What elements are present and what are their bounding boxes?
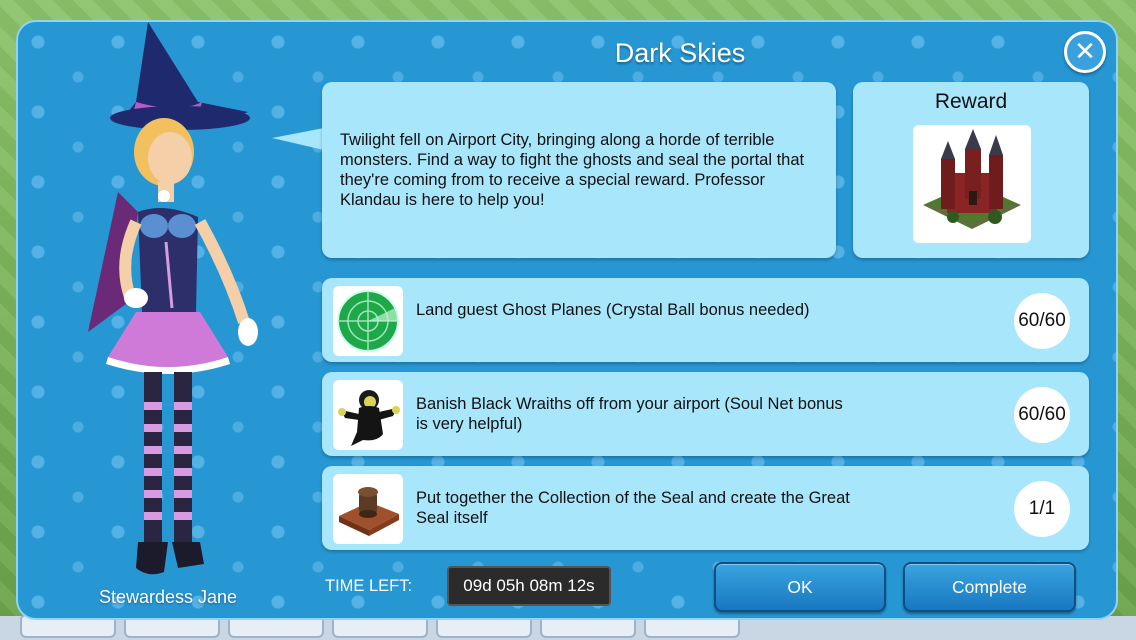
time-left-label: TIME LEFT: bbox=[325, 577, 413, 595]
haunted-castle-icon bbox=[923, 129, 1021, 229]
reward-title: Reward bbox=[934, 90, 1008, 113]
task-description: Put together the Collection of the Seal … bbox=[416, 489, 850, 527]
complete-button[interactable]: Complete bbox=[903, 562, 1076, 612]
speech-bubble-tail bbox=[272, 128, 324, 150]
stewardess-jane-witch-illustration bbox=[88, 22, 258, 575]
task-progress-badge: 60/60 bbox=[1014, 293, 1070, 349]
task-icon-frame bbox=[333, 286, 403, 356]
quest-task-1: Land guest Ghost Planes (Crystal Ball bo… bbox=[322, 278, 1089, 362]
quest-task-3: Put together the Collection of the Seal … bbox=[322, 466, 1089, 550]
radar-icon bbox=[337, 290, 399, 352]
character-name: Stewardess Jane bbox=[98, 587, 238, 607]
close-icon: ✕ bbox=[1074, 37, 1096, 67]
task-description: Land guest Ghost Planes (Crystal Ball bo… bbox=[416, 301, 810, 319]
task-icon-frame bbox=[333, 380, 403, 450]
task-progress-badge: 60/60 bbox=[1014, 387, 1070, 443]
great-seal-icon bbox=[339, 487, 399, 536]
quest-description-bubble: Twilight fell on Airport City, bringing … bbox=[322, 82, 836, 258]
close-button[interactable]: ✕ bbox=[1064, 31, 1106, 73]
reward-panel: Reward bbox=[853, 82, 1089, 258]
task-description: Banish Black Wraiths off from your airpo… bbox=[416, 395, 843, 433]
ok-button[interactable]: OK bbox=[714, 562, 886, 612]
dialog-title: Dark Skies bbox=[614, 38, 746, 68]
quest-task-2: Banish Black Wraiths off from your airpo… bbox=[322, 372, 1089, 456]
task-progress-badge: 1/1 bbox=[1014, 481, 1070, 537]
black-wraith-icon bbox=[338, 390, 400, 446]
quest-description-text: Twilight fell on Airport City, bringing … bbox=[340, 131, 805, 209]
time-left-countdown: 09d 05h 08m 12s bbox=[447, 566, 611, 606]
task-icon-frame bbox=[333, 474, 403, 544]
reward-image bbox=[913, 125, 1031, 243]
